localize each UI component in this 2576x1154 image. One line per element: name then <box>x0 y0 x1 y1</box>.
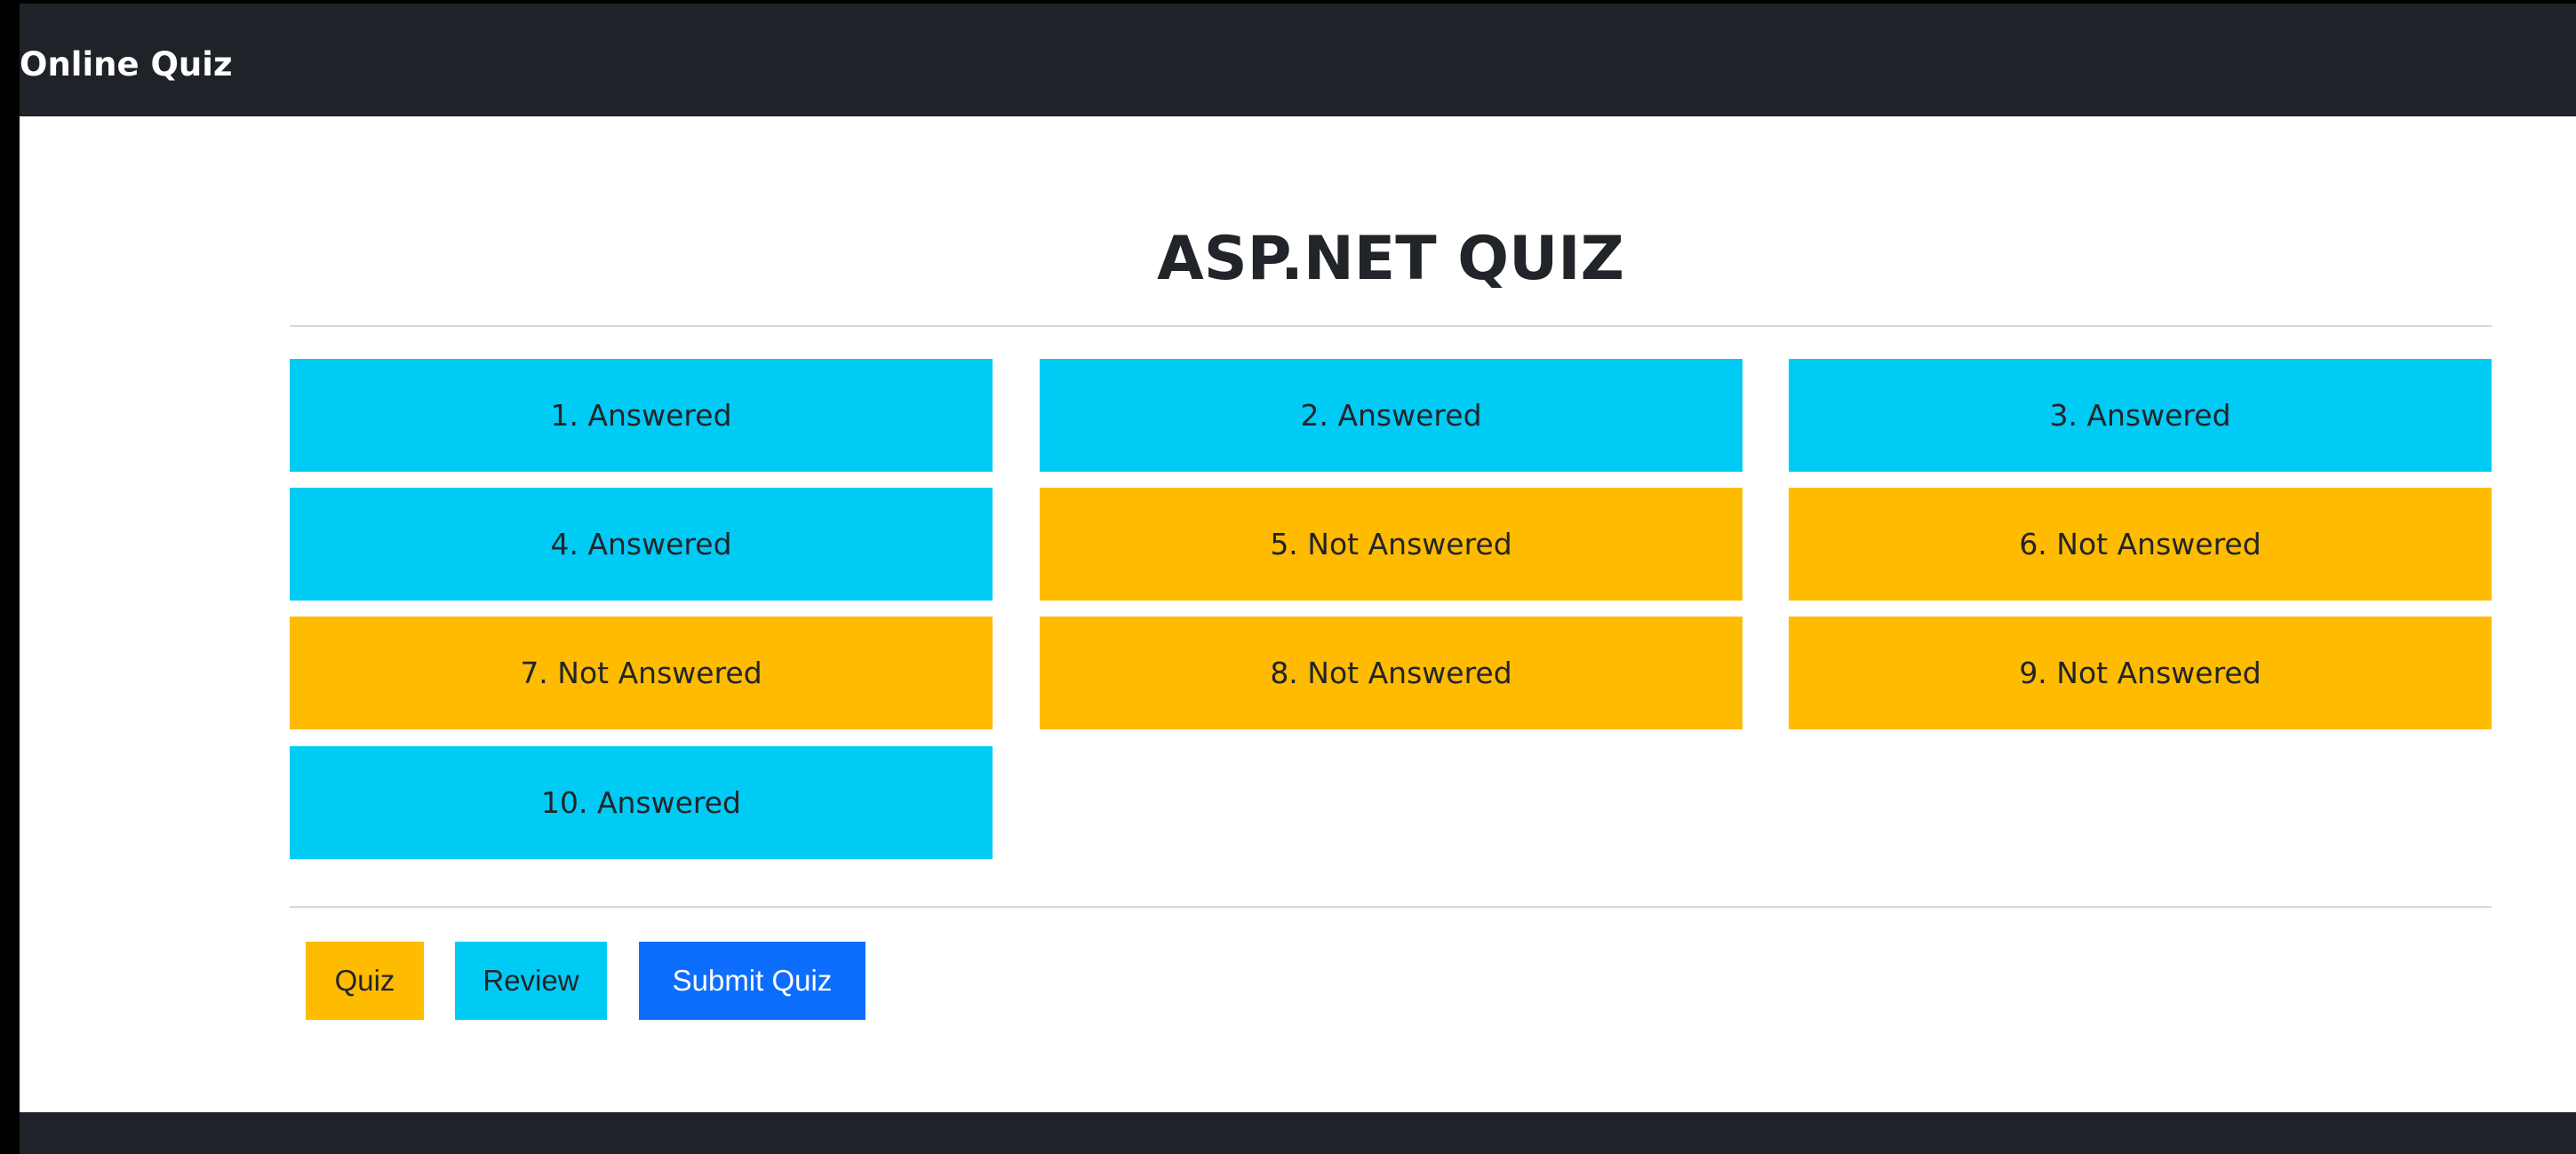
page: Online Quiz ASP.NET QUIZ 1. Answered 2. … <box>20 4 2576 1154</box>
question-1-status[interactable]: 1. Answered <box>290 359 993 472</box>
question-3-status[interactable]: 3. Answered <box>1789 359 2492 472</box>
question-8-status[interactable]: 8. Not Answered <box>1040 617 1743 729</box>
footer <box>20 1112 2576 1154</box>
page-title: ASP.NET QUIZ <box>1157 224 1624 294</box>
question-5-status[interactable]: 5. Not Answered <box>1040 488 1743 601</box>
submit-quiz-button[interactable]: Submit Quiz <box>639 942 865 1020</box>
question-4-status[interactable]: 4. Answered <box>290 488 993 601</box>
question-6-status[interactable]: 6. Not Answered <box>1789 488 2492 601</box>
quiz-button[interactable]: Quiz <box>306 942 424 1020</box>
navbar-brand[interactable]: Online Quiz <box>20 4 233 116</box>
question-10-status[interactable]: 10. Answered <box>290 746 993 859</box>
question-2-status[interactable]: 2. Answered <box>1040 359 1743 472</box>
title-divider <box>290 325 2492 327</box>
review-button[interactable]: Review <box>455 942 607 1020</box>
question-7-status[interactable]: 7. Not Answered <box>290 617 993 729</box>
question-9-status[interactable]: 9. Not Answered <box>1789 617 2492 729</box>
navbar: Online Quiz <box>20 4 2576 116</box>
actions-divider <box>290 906 2492 908</box>
